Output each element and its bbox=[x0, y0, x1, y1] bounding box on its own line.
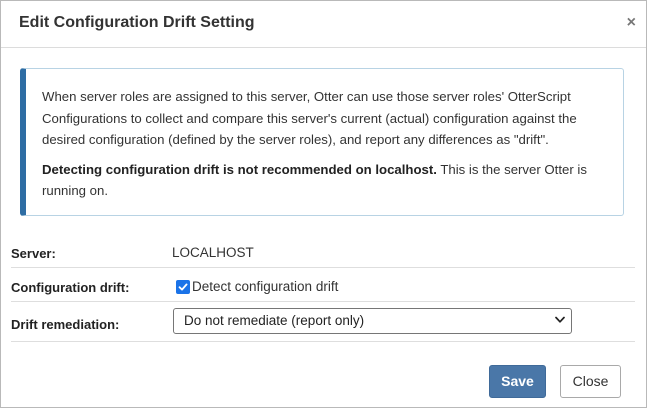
divider bbox=[11, 341, 635, 342]
server-value: LOCALHOST bbox=[172, 245, 254, 260]
server-row: Server: LOCALHOST bbox=[11, 245, 635, 265]
dialog-title: Edit Configuration Drift Setting bbox=[19, 14, 255, 31]
drift-label: Configuration drift: bbox=[11, 280, 130, 295]
close-button[interactable]: Close bbox=[560, 365, 621, 398]
divider bbox=[11, 301, 635, 302]
info-description: When server roles are assigned to this s… bbox=[42, 89, 577, 147]
dialog-header: Edit Configuration Drift Setting × bbox=[1, 1, 646, 48]
divider bbox=[11, 267, 635, 268]
remediation-select[interactable]: Do not remediate (report only) bbox=[173, 308, 572, 334]
remediation-label: Drift remediation: bbox=[11, 317, 120, 332]
remediation-selected-value: Do not remediate (report only) bbox=[184, 313, 365, 328]
drift-row: Configuration drift: Detect configuratio… bbox=[11, 279, 635, 299]
close-icon[interactable]: × bbox=[627, 14, 636, 32]
info-warning: Detecting configuration drift is not rec… bbox=[42, 159, 607, 202]
detect-drift-label[interactable]: Detect configuration drift bbox=[192, 279, 338, 294]
edit-drift-dialog: Edit Configuration Drift Setting × When … bbox=[0, 0, 647, 408]
remediation-row: Drift remediation: Do not remediate (rep… bbox=[11, 308, 635, 336]
info-alert: When server roles are assigned to this s… bbox=[20, 68, 624, 216]
checkmark-icon bbox=[178, 283, 188, 291]
server-label: Server: bbox=[11, 246, 56, 261]
chevron-down-icon bbox=[555, 316, 565, 323]
detect-drift-checkbox[interactable] bbox=[176, 280, 190, 294]
warning-bold-text: Detecting configuration drift is not rec… bbox=[42, 161, 437, 177]
save-button[interactable]: Save bbox=[489, 365, 546, 398]
